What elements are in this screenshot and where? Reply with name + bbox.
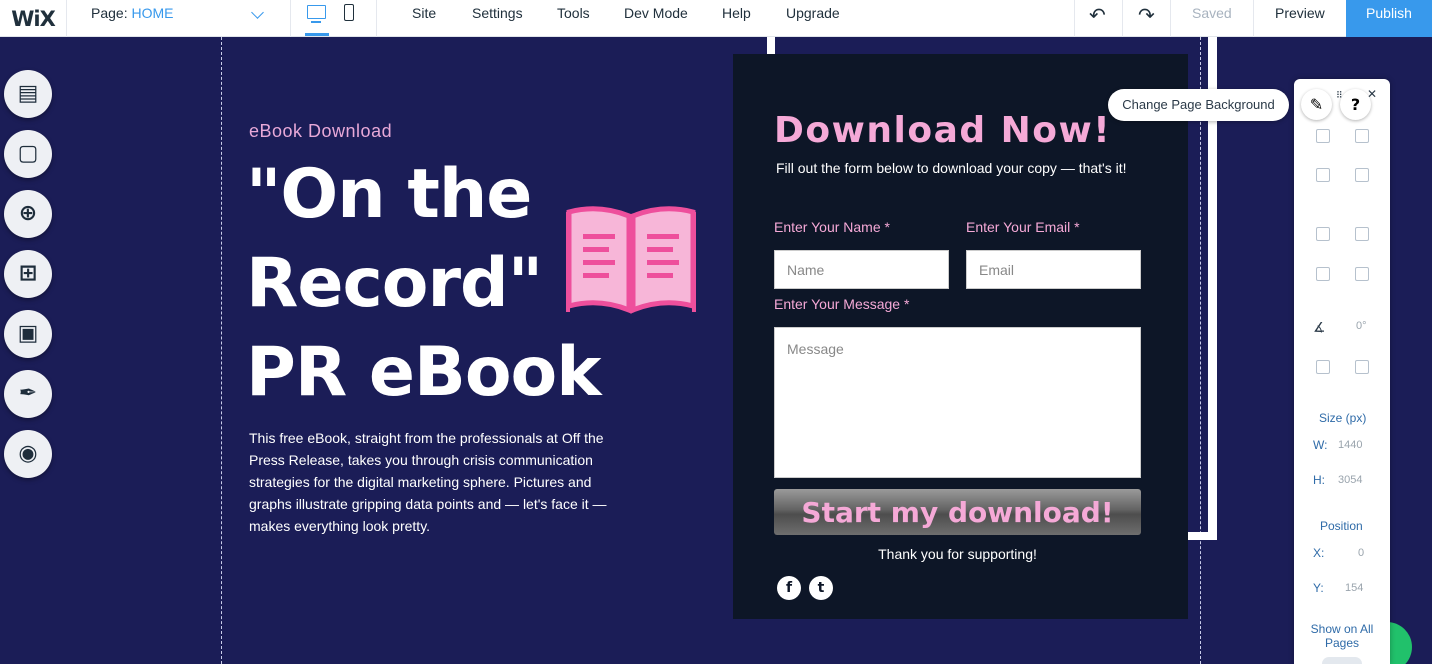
arrange-icon[interactable] xyxy=(1316,227,1330,241)
redo-icon[interactable]: ↷ xyxy=(1138,3,1155,27)
grid-guide-left xyxy=(221,37,222,664)
desktop-active-indicator xyxy=(305,33,329,36)
section-edge xyxy=(1188,532,1217,540)
hero-title: "On the Record" PR eBook xyxy=(246,150,601,417)
menu-tools[interactable]: Tools xyxy=(557,0,590,26)
thanks-text: Thank you for supporting! xyxy=(878,546,1037,562)
start-download-button[interactable]: Start my download! xyxy=(774,489,1141,535)
form-subtitle: Fill out the form below to download your… xyxy=(776,160,1127,176)
width-label: W: xyxy=(1313,438,1328,452)
facebook-icon[interactable]: f xyxy=(777,576,801,600)
show-all-pages-toggle[interactable] xyxy=(1322,657,1362,664)
height-label: H: xyxy=(1313,473,1325,487)
copy-icon[interactable] xyxy=(1316,129,1330,143)
y-value[interactable]: 154 xyxy=(1345,582,1363,594)
page-selector[interactable]: Page: HOME xyxy=(67,0,291,37)
background-icon: ▢ xyxy=(17,141,39,166)
grid-guide-right xyxy=(1200,37,1201,664)
menu-settings[interactable]: Settings xyxy=(472,0,523,26)
publish-button[interactable]: Publish xyxy=(1346,0,1432,37)
page-selector-value: HOME xyxy=(131,5,174,21)
delete-icon[interactable] xyxy=(1355,168,1369,182)
saved-status: Saved xyxy=(1192,5,1232,21)
hero-title-line: Record" xyxy=(246,244,543,323)
editor-topbar: WiX Page: HOME Site Settings Tools Dev M… xyxy=(0,0,1432,37)
chat-button[interactable]: ◉ xyxy=(4,430,52,478)
device-switcher xyxy=(291,0,377,37)
width-value[interactable]: 1440 xyxy=(1338,439,1362,451)
hero-title-line: "On the xyxy=(246,155,532,234)
menu-help[interactable]: Help xyxy=(722,0,751,26)
hero-description: This free eBook, straight from the profe… xyxy=(249,430,607,534)
x-value[interactable]: 0 xyxy=(1358,547,1364,559)
divider xyxy=(1074,0,1075,37)
email-input[interactable]: Email xyxy=(966,250,1141,289)
undo-icon[interactable]: ↶ xyxy=(1089,3,1106,27)
menu-dev-mode[interactable]: Dev Mode xyxy=(624,0,688,26)
change-background-tooltip: Change Page Background xyxy=(1108,89,1289,121)
desktop-icon[interactable] xyxy=(307,5,326,23)
apps-icon: ⊞ xyxy=(18,261,38,286)
size-label: Size (px) xyxy=(1319,411,1367,425)
apps-button[interactable]: ⊞ xyxy=(4,250,52,298)
media-icon: ▣ xyxy=(17,321,39,346)
divider xyxy=(1170,0,1171,37)
height-value[interactable]: 3054 xyxy=(1338,474,1362,486)
chat-icon: ◉ xyxy=(18,441,38,466)
match-size-icon[interactable] xyxy=(1355,267,1369,281)
distribute-icon[interactable] xyxy=(1316,267,1330,281)
position-label: Position xyxy=(1320,519,1363,533)
mobile-icon[interactable] xyxy=(344,4,354,21)
hero-title-line: PR eBook xyxy=(246,333,601,412)
preview-button[interactable]: Preview xyxy=(1275,0,1325,26)
y-label: Y: xyxy=(1313,581,1324,595)
open-book-icon xyxy=(566,206,696,314)
chevron-down-icon xyxy=(251,6,264,19)
menu-site[interactable]: Site xyxy=(412,0,436,26)
name-label: Enter Your Name * xyxy=(774,219,890,235)
blog-button[interactable]: ✒ xyxy=(4,370,52,418)
flip-horizontal-icon[interactable] xyxy=(1316,360,1330,374)
show-all-pages-label: Show on All Pages xyxy=(1310,622,1374,650)
add-button[interactable]: ⊕ xyxy=(4,190,52,238)
email-label: Enter Your Email * xyxy=(966,219,1080,235)
message-textarea[interactable]: Message xyxy=(774,327,1141,478)
divider xyxy=(1122,0,1123,37)
pages-button[interactable]: ▤ xyxy=(4,70,52,118)
wix-logo[interactable]: WiX xyxy=(0,0,67,37)
inspector-panel xyxy=(1294,79,1390,664)
design-brush-icon[interactable]: ✎ xyxy=(1301,89,1332,120)
message-label: Enter Your Message * xyxy=(774,296,910,312)
pages-icon: ▤ xyxy=(17,81,39,106)
hero-subtitle: eBook Download xyxy=(249,121,393,141)
drag-handle-icon[interactable]: ⠿ xyxy=(1336,90,1343,101)
name-input[interactable]: Name xyxy=(774,250,949,289)
add-icon: ⊕ xyxy=(18,201,38,226)
section-edge xyxy=(767,37,775,54)
x-label: X: xyxy=(1313,546,1325,560)
blog-icon: ✒ xyxy=(18,381,38,406)
align-icon[interactable] xyxy=(1355,227,1369,241)
page-selector-label: Page: xyxy=(91,5,128,21)
background-button[interactable]: ▢ xyxy=(4,130,52,178)
divider xyxy=(1253,0,1254,37)
rotation-value[interactable]: 0° xyxy=(1356,320,1367,332)
duplicate-icon[interactable] xyxy=(1316,168,1330,182)
twitter-icon[interactable]: t xyxy=(809,576,833,600)
flip-vertical-icon[interactable] xyxy=(1355,360,1369,374)
menu-upgrade[interactable]: Upgrade xyxy=(786,0,840,26)
close-icon[interactable]: ✕ xyxy=(1367,87,1377,101)
rotate-icon: ∡ xyxy=(1313,319,1326,335)
paste-icon[interactable] xyxy=(1355,129,1369,143)
form-title: Download Now! xyxy=(774,110,1112,151)
media-button[interactable]: ▣ xyxy=(4,310,52,358)
